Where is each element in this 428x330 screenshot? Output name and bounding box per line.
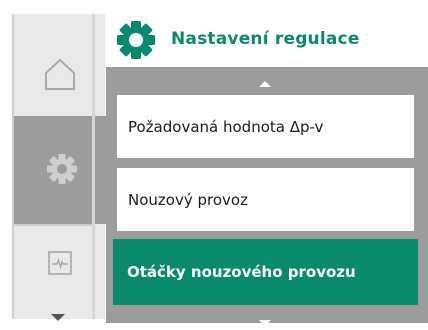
menu-item-setpoint[interactable]: Požadovaná hodnota Δp-v [117, 95, 414, 158]
scroll-up-button[interactable] [259, 72, 271, 91]
sidebar-item-monitoring[interactable] [48, 251, 72, 275]
sidebar-divider [14, 224, 92, 226]
sidebar-item-home[interactable] [44, 57, 76, 91]
triangle-down-icon [259, 320, 271, 326]
header-settings-icon [116, 20, 156, 64]
gear-icon [47, 154, 77, 184]
scroll-down-button[interactable] [259, 311, 271, 330]
page-title: Nastavení regulace [171, 29, 360, 49]
triangle-down-icon [51, 314, 65, 321]
home-icon [45, 58, 75, 90]
gear-icon [117, 21, 155, 59]
triangle-up-icon [259, 81, 271, 87]
menu-item-label: Požadovaná hodnota Δp-v [128, 117, 324, 136]
sidebar-item-settings[interactable] [47, 154, 77, 184]
menu-item-label: Otáčky nouzového provozu [127, 263, 356, 281]
menu-item-label: Nouzový provoz [128, 190, 248, 209]
menu-item-emergency-speed[interactable]: Otáčky nouzového provozu [113, 239, 418, 305]
sidebar-divider-vertical [92, 14, 95, 319]
menu-item-emergency-mode[interactable]: Nouzový provoz [117, 168, 414, 231]
sidebar-scroll-down-icon[interactable] [51, 314, 65, 321]
pulse-icon [48, 251, 72, 275]
